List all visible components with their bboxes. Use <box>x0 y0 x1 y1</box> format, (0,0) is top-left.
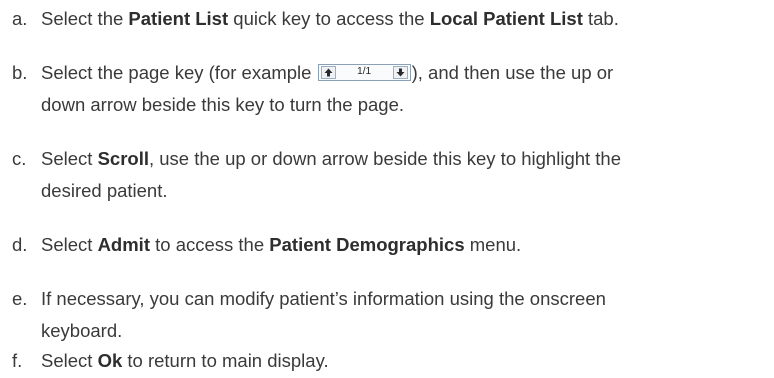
step-marker: b. <box>12 62 28 83</box>
ui-term-local-patient-list: Local Patient List <box>429 8 583 29</box>
step-text: Select the Patient List quick key to acc… <box>41 3 766 35</box>
step-text-run: quick key to access the <box>228 8 430 29</box>
step-text-run: Select <box>41 148 98 169</box>
step-text-run: to return to main display. <box>122 350 329 371</box>
step-text: Select Ok to return to main display. <box>41 345 766 377</box>
step-text-run: menu. <box>464 234 522 255</box>
step-text-run: ), and then use the up or <box>411 62 614 83</box>
step-marker: e. <box>12 288 28 309</box>
step-text-continuation: desired patient. <box>41 180 168 201</box>
step-text-run: tab. <box>582 8 619 29</box>
step-marker: d. <box>12 234 28 255</box>
ui-term-scroll: Scroll <box>97 148 149 169</box>
step-text-run: Select <box>41 350 98 371</box>
step-text: Select the page key (for example 1/1 ), a… <box>41 57 766 89</box>
step-text-run: Select <box>41 234 98 255</box>
arrow-down-icon <box>392 66 408 79</box>
page-key-example: 1/1 <box>317 64 411 81</box>
page-key-value: 1/1 <box>357 66 372 77</box>
step-text-run: Select the page key (for example <box>41 62 317 83</box>
arrow-up-icon <box>320 66 336 79</box>
ui-term-admit: Admit <box>97 234 150 255</box>
step-text: Select Scroll, use the up or down arrow … <box>41 143 766 175</box>
ui-term-patient-list: Patient List <box>128 8 229 29</box>
step-text-run: Select the <box>41 8 129 29</box>
step-marker: a. <box>12 8 28 29</box>
step-text: Select Admit to access the Patient Demog… <box>41 229 766 261</box>
step-marker: f. <box>12 350 23 371</box>
ui-term-ok: Ok <box>97 350 123 371</box>
step-text-run: to access the <box>149 234 270 255</box>
ui-term-patient-demographics: Patient Demographics <box>269 234 465 255</box>
step-text-continuation: keyboard. <box>41 320 123 341</box>
step-text-continuation: down arrow beside this key to turn the p… <box>41 94 405 115</box>
step-marker: c. <box>12 148 27 169</box>
step-text-run: , use the up or down arrow beside this k… <box>148 148 622 169</box>
step-text: If necessary, you can modify patient’s i… <box>41 288 606 309</box>
